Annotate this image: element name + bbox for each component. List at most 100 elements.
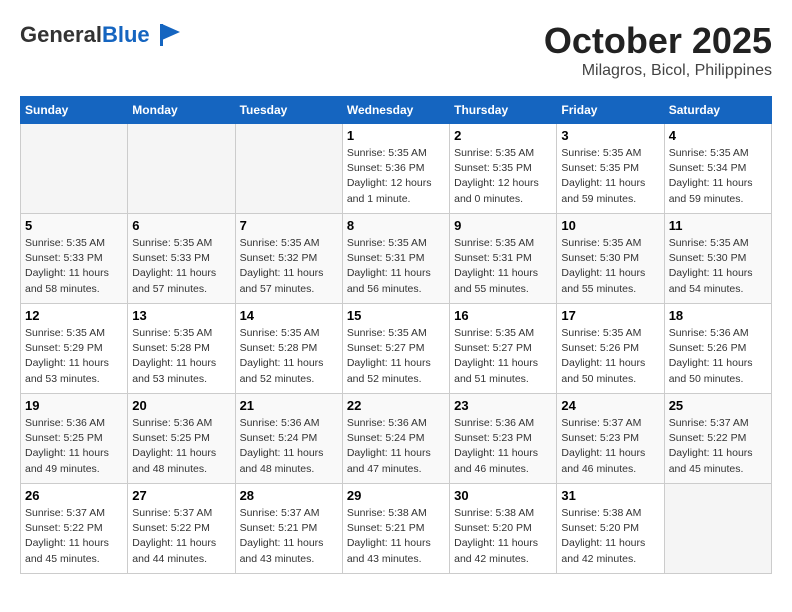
- calendar-cell: [128, 124, 235, 214]
- calendar-header-saturday: Saturday: [664, 97, 771, 124]
- day-info: Sunrise: 5:36 AM Sunset: 5:26 PM Dayligh…: [669, 326, 767, 387]
- calendar-cell: 6 Sunrise: 5:35 AM Sunset: 5:33 PM Daylig…: [128, 214, 235, 304]
- day-number: 31: [561, 488, 659, 503]
- day-info: Sunrise: 5:36 AM Sunset: 5:23 PM Dayligh…: [454, 416, 552, 477]
- day-info: Sunrise: 5:35 AM Sunset: 5:27 PM Dayligh…: [454, 326, 552, 387]
- day-number: 29: [347, 488, 445, 503]
- calendar-cell: 16 Sunrise: 5:35 AM Sunset: 5:27 PM Dayli…: [450, 304, 557, 394]
- day-number: 15: [347, 308, 445, 323]
- day-info: Sunrise: 5:35 AM Sunset: 5:35 PM Dayligh…: [454, 146, 552, 207]
- day-number: 30: [454, 488, 552, 503]
- day-number: 4: [669, 128, 767, 143]
- day-number: 14: [240, 308, 338, 323]
- logo-flag-icon: [152, 20, 182, 50]
- calendar-cell: 28 Sunrise: 5:37 AM Sunset: 5:21 PM Dayli…: [235, 484, 342, 574]
- calendar-cell: 30 Sunrise: 5:38 AM Sunset: 5:20 PM Dayli…: [450, 484, 557, 574]
- calendar-cell: 9 Sunrise: 5:35 AM Sunset: 5:31 PM Daylig…: [450, 214, 557, 304]
- calendar-cell: 4 Sunrise: 5:35 AM Sunset: 5:34 PM Daylig…: [664, 124, 771, 214]
- day-number: 6: [132, 218, 230, 233]
- day-number: 28: [240, 488, 338, 503]
- calendar-cell: 5 Sunrise: 5:35 AM Sunset: 5:33 PM Daylig…: [21, 214, 128, 304]
- calendar-cell: 18 Sunrise: 5:36 AM Sunset: 5:26 PM Dayli…: [664, 304, 771, 394]
- calendar-cell: 20Sunrise: 5:36 AM Sunset: 5:25 PM Dayli…: [128, 394, 235, 484]
- day-info: Sunrise: 5:37 AM Sunset: 5:22 PM Dayligh…: [669, 416, 767, 477]
- day-number: 2: [454, 128, 552, 143]
- day-info: Sunrise: 5:35 AM Sunset: 5:35 PM Dayligh…: [561, 146, 659, 207]
- calendar-header-row: SundayMondayTuesdayWednesdayThursdayFrid…: [21, 97, 772, 124]
- day-info: Sunrise: 5:35 AM Sunset: 5:30 PM Dayligh…: [561, 236, 659, 297]
- day-number: 8: [347, 218, 445, 233]
- location-title: Milagros, Bicol, Philippines: [544, 62, 772, 80]
- day-info: Sunrise: 5:35 AM Sunset: 5:36 PM Dayligh…: [347, 146, 445, 207]
- day-number: 12: [25, 308, 123, 323]
- calendar-cell: 27Sunrise: 5:37 AM Sunset: 5:22 PM Dayli…: [128, 484, 235, 574]
- day-info: Sunrise: 5:35 AM Sunset: 5:27 PM Dayligh…: [347, 326, 445, 387]
- logo-blue: Blue: [102, 22, 150, 47]
- day-number: 21: [240, 398, 338, 413]
- day-info: Sunrise: 5:35 AM Sunset: 5:31 PM Dayligh…: [347, 236, 445, 297]
- calendar-cell: 7Sunrise: 5:35 AM Sunset: 5:32 PM Daylig…: [235, 214, 342, 304]
- calendar-cell: 12 Sunrise: 5:35 AM Sunset: 5:29 PM Dayli…: [21, 304, 128, 394]
- calendar-cell: 22 Sunrise: 5:36 AM Sunset: 5:24 PM Dayli…: [342, 394, 449, 484]
- calendar-header-thursday: Thursday: [450, 97, 557, 124]
- calendar-week-row: 12 Sunrise: 5:35 AM Sunset: 5:29 PM Dayli…: [21, 304, 772, 394]
- day-number: 7: [240, 218, 338, 233]
- day-number: 16: [454, 308, 552, 323]
- day-number: 23: [454, 398, 552, 413]
- calendar-cell: [21, 124, 128, 214]
- day-info: Sunrise: 5:38 AM Sunset: 5:20 PM Dayligh…: [454, 506, 552, 567]
- month-title: October 2025: [544, 20, 772, 62]
- day-number: 27: [132, 488, 230, 503]
- calendar-cell: 13 Sunrise: 5:35 AM Sunset: 5:28 PM Dayli…: [128, 304, 235, 394]
- day-info: Sunrise: 5:35 AM Sunset: 5:28 PM Dayligh…: [132, 326, 230, 387]
- day-info: Sunrise: 5:37 AM Sunset: 5:21 PM Dayligh…: [240, 506, 338, 567]
- day-number: 20: [132, 398, 230, 413]
- calendar-table: SundayMondayTuesdayWednesdayThursdayFrid…: [20, 96, 772, 574]
- day-number: 3: [561, 128, 659, 143]
- day-number: 18: [669, 308, 767, 323]
- day-number: 19: [25, 398, 123, 413]
- day-info: Sunrise: 5:35 AM Sunset: 5:30 PM Dayligh…: [669, 236, 767, 297]
- calendar-cell: 10 Sunrise: 5:35 AM Sunset: 5:30 PM Dayli…: [557, 214, 664, 304]
- calendar-cell: 11 Sunrise: 5:35 AM Sunset: 5:30 PM Dayli…: [664, 214, 771, 304]
- day-number: 5: [25, 218, 123, 233]
- calendar-cell: 3 Sunrise: 5:35 AM Sunset: 5:35 PM Daylig…: [557, 124, 664, 214]
- day-info: Sunrise: 5:36 AM Sunset: 5:24 PM Dayligh…: [347, 416, 445, 477]
- calendar-cell: 26Sunrise: 5:37 AM Sunset: 5:22 PM Dayli…: [21, 484, 128, 574]
- calendar-header-monday: Monday: [128, 97, 235, 124]
- calendar-cell: 31Sunrise: 5:38 AM Sunset: 5:20 PM Dayli…: [557, 484, 664, 574]
- page-header: GeneralBlue October 2025 Milagros, Bicol…: [20, 20, 772, 80]
- day-number: 24: [561, 398, 659, 413]
- calendar-week-row: 1Sunrise: 5:35 AM Sunset: 5:36 PM Daylig…: [21, 124, 772, 214]
- calendar-week-row: 26Sunrise: 5:37 AM Sunset: 5:22 PM Dayli…: [21, 484, 772, 574]
- day-info: Sunrise: 5:36 AM Sunset: 5:24 PM Dayligh…: [240, 416, 338, 477]
- day-number: 13: [132, 308, 230, 323]
- day-info: Sunrise: 5:35 AM Sunset: 5:33 PM Dayligh…: [132, 236, 230, 297]
- calendar-header-tuesday: Tuesday: [235, 97, 342, 124]
- day-info: Sunrise: 5:35 AM Sunset: 5:26 PM Dayligh…: [561, 326, 659, 387]
- day-info: Sunrise: 5:38 AM Sunset: 5:21 PM Dayligh…: [347, 506, 445, 567]
- day-info: Sunrise: 5:35 AM Sunset: 5:33 PM Dayligh…: [25, 236, 123, 297]
- calendar-cell: 2 Sunrise: 5:35 AM Sunset: 5:35 PM Daylig…: [450, 124, 557, 214]
- calendar-header-friday: Friday: [557, 97, 664, 124]
- day-number: 9: [454, 218, 552, 233]
- day-info: Sunrise: 5:35 AM Sunset: 5:29 PM Dayligh…: [25, 326, 123, 387]
- calendar-header-sunday: Sunday: [21, 97, 128, 124]
- calendar-week-row: 5 Sunrise: 5:35 AM Sunset: 5:33 PM Daylig…: [21, 214, 772, 304]
- calendar-cell: 25 Sunrise: 5:37 AM Sunset: 5:22 PM Dayli…: [664, 394, 771, 484]
- day-number: 10: [561, 218, 659, 233]
- day-number: 11: [669, 218, 767, 233]
- calendar-cell: 21 Sunrise: 5:36 AM Sunset: 5:24 PM Dayli…: [235, 394, 342, 484]
- calendar-cell: 8 Sunrise: 5:35 AM Sunset: 5:31 PM Daylig…: [342, 214, 449, 304]
- day-number: 17: [561, 308, 659, 323]
- logo-general: General: [20, 22, 102, 47]
- calendar-week-row: 19Sunrise: 5:36 AM Sunset: 5:25 PM Dayli…: [21, 394, 772, 484]
- title-block: October 2025 Milagros, Bicol, Philippine…: [544, 20, 772, 80]
- calendar-cell: 23 Sunrise: 5:36 AM Sunset: 5:23 PM Dayli…: [450, 394, 557, 484]
- day-info: Sunrise: 5:35 AM Sunset: 5:31 PM Dayligh…: [454, 236, 552, 297]
- day-info: Sunrise: 5:35 AM Sunset: 5:34 PM Dayligh…: [669, 146, 767, 207]
- calendar-header-wednesday: Wednesday: [342, 97, 449, 124]
- day-number: 22: [347, 398, 445, 413]
- day-info: Sunrise: 5:35 AM Sunset: 5:28 PM Dayligh…: [240, 326, 338, 387]
- day-number: 25: [669, 398, 767, 413]
